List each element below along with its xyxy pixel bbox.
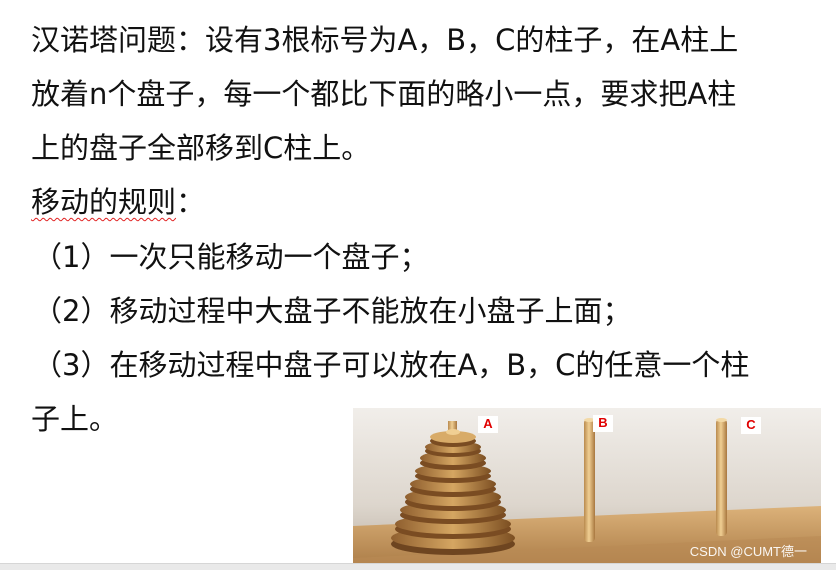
- rule-item-2: （2）移动过程中大盘子不能放在小盘子上面；: [33, 294, 632, 328]
- peg-a-top: [446, 429, 460, 435]
- rule-item-3-line-2: 子上。: [31, 402, 119, 436]
- rules-heading-colon: ：: [176, 185, 206, 219]
- intro-line-2: 放着n个盘子，每一个都比下面的略小一点，要求把A柱: [31, 77, 737, 111]
- document-page: 汉诺塔问题：设有3根标号为A，B，C的柱子，在A柱上 放着n个盘子，每一个都比下…: [0, 0, 836, 570]
- rules-heading-text: 移动的规则: [31, 185, 177, 219]
- intro-line-3: 上的盘子全部移到C柱上。: [31, 131, 371, 165]
- rule-item-1: （1）一次只能移动一个盘子；: [33, 240, 429, 274]
- intro-line-1: 汉诺塔问题：设有3根标号为A，B，C的柱子，在A柱上: [31, 23, 739, 57]
- peg-label-a: A: [478, 416, 498, 433]
- peg-c-top: [716, 418, 727, 422]
- rules-heading: 移动的规则：: [31, 184, 205, 220]
- peg-label-b: B: [593, 415, 613, 432]
- hanoi-tower-photo: A B C CSDN @CUMT德一: [353, 408, 821, 569]
- peg-label-c: C: [741, 417, 761, 434]
- rule-item-3-line-1: （3）在移动过程中盘子可以放在A，B，C的任意一个柱: [33, 348, 750, 382]
- csdn-watermark: CSDN @CUMT德一: [689, 544, 807, 559]
- peg-b: [584, 419, 595, 542]
- peg-c: [716, 419, 727, 536]
